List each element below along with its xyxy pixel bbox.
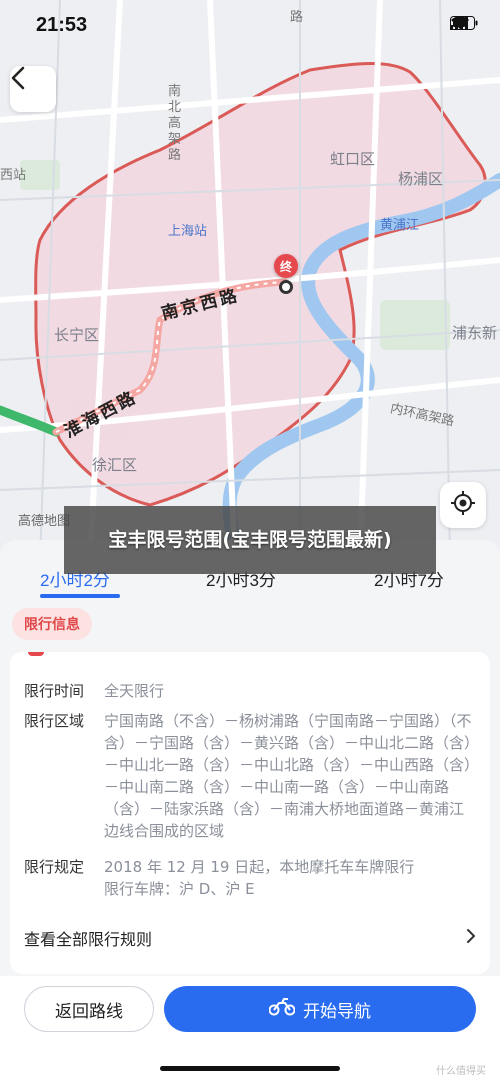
restriction-area-key: 限行区域 (24, 712, 85, 730)
restriction-area-value: 宁国南路（不含）－杨树浦路（宁国南路－宁国路）（不含）－宁国路（含）－黄兴路（含… (104, 712, 472, 840)
river-label-huangpu: 黄浦江 (380, 218, 420, 233)
article-title: 宝丰限号范围(宝丰限号范围最新) (108, 529, 392, 551)
restriction-badge: 限行信息 (12, 608, 92, 640)
back-to-route-button[interactable]: 返回路线 (24, 986, 154, 1032)
corner-watermark: 什么值得买 (436, 1066, 486, 1077)
district-label-changning: 长宁区 (54, 326, 100, 344)
motorcycle-icon (268, 997, 296, 1021)
district-label-pudong: 浦东新 (452, 324, 498, 342)
restriction-time-value: 全天限行 (104, 682, 165, 700)
restriction-area-row: 限行区域 宁国南路（不含）－杨树浦路（宁国南路－宁国路）（不含）－宁国路（含）－… (24, 710, 472, 842)
station-label-west: 西站 (0, 168, 27, 183)
route-detail-sheet: 2小时2分 2小时3分 2小时7分 限行信息 限行时间 全天限行 限行区域 宁国… (0, 540, 500, 1081)
restriction-time-row: 限行时间 全天限行 (24, 680, 472, 702)
status-bar: 21:53 (0, 0, 500, 58)
chevron-right-icon (466, 928, 476, 948)
district-label-yangpu: 杨浦区 (398, 170, 444, 188)
back-button[interactable] (10, 66, 56, 112)
start-navigation-label: 开始导航 (303, 1001, 371, 1022)
destination-dot (279, 280, 293, 294)
map-view[interactable]: 21:53 虹口区 杨浦区 长宁区 徐汇区 浦东新 上海站 西站 南北高架路 黄… (0, 0, 500, 560)
locate-button[interactable] (440, 482, 486, 528)
active-tab-indicator (40, 594, 120, 598)
view-all-rules-link[interactable]: 查看全部限行规则 (10, 912, 490, 964)
crosshair-icon (450, 490, 476, 520)
article-title-overlay: 宝丰限号范围(宝丰限号范围最新) (64, 506, 436, 574)
restriction-rule-value: 2018 年 12 月 19 日起，本地摩托车车牌限行 限行车牌：沪 D、沪 E (104, 856, 472, 900)
view-all-rules-label: 查看全部限行规则 (24, 930, 153, 949)
district-label-hongkou: 虹口区 (330, 150, 376, 168)
station-label-shanghai: 上海站 (168, 224, 208, 239)
restriction-time-key: 限行时间 (24, 682, 85, 700)
road-label-nanbei: 南北高架路 (168, 84, 182, 163)
restriction-rule-row: 限行规定 2018 年 12 月 19 日起，本地摩托车车牌限行 限行车牌：沪 … (24, 856, 472, 900)
home-indicator (160, 1066, 340, 1071)
restriction-rule-line-2: 限行车牌：沪 D、沪 E (104, 880, 255, 898)
restriction-rule-key: 限行规定 (24, 858, 85, 876)
restriction-rule-line-1: 2018 年 12 月 19 日起，本地摩托车车牌限行 (104, 858, 415, 876)
map-provider-watermark: 高德地图 (18, 513, 71, 528)
destination-marker[interactable]: 终 (274, 254, 298, 278)
district-label-xuhui: 徐汇区 (92, 456, 138, 474)
start-navigation-button[interactable]: 开始导航 (164, 986, 476, 1032)
card-accent (28, 652, 44, 656)
action-bar: 返回路线 开始导航 什么值得买 (0, 976, 500, 1081)
map-canvas (0, 0, 500, 560)
back-to-route-label: 返回路线 (55, 1001, 123, 1022)
status-time: 21:53 (36, 14, 88, 36)
